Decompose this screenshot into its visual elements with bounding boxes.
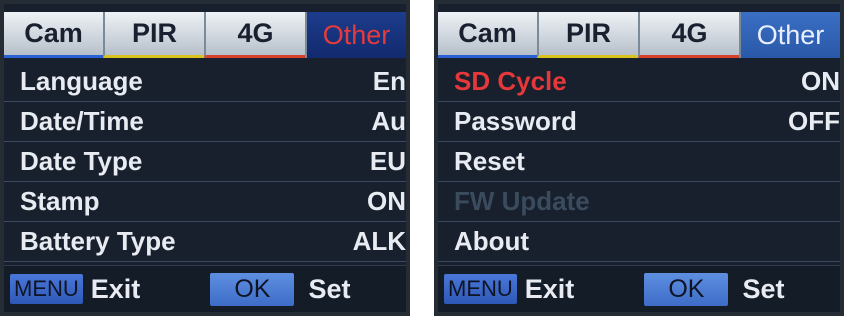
setting-label: Password (454, 106, 577, 136)
setting-battery-type[interactable]: Battery Type ALK (4, 222, 406, 262)
ok-button[interactable]: OK (644, 272, 729, 306)
tab-pir[interactable]: PIR (103, 12, 204, 58)
setting-value: En (372, 66, 406, 96)
setting-label: Date Type (20, 146, 143, 176)
tab-4g[interactable]: 4G (204, 12, 305, 58)
setting-language[interactable]: Language En (4, 62, 406, 102)
settings-list: SD Cycle ON Password OFF Reset FW Update… (438, 62, 840, 262)
setting-label: Battery Type (20, 226, 176, 256)
setting-sd-cycle[interactable]: SD Cycle ON (438, 62, 840, 102)
setting-value: ON (367, 186, 406, 216)
setting-date-type[interactable]: Date Type EU (4, 142, 406, 182)
camera-menu-screen-other-page-2: Cam PIR 4G Other SD Cycle ON Password OF… (434, 0, 844, 316)
tab-pir[interactable]: PIR (537, 12, 638, 58)
setting-fw-update: FW Update (438, 182, 840, 222)
settings-list: Language En Date/Time Au Date Type EU St… (4, 62, 406, 262)
ok-button[interactable]: OK (210, 272, 295, 306)
tab-cam[interactable]: Cam (4, 12, 103, 58)
tab-other[interactable]: Other (305, 12, 406, 58)
setting-label: Stamp (20, 186, 100, 216)
setting-label: Language (20, 66, 143, 96)
setting-value: EU (369, 146, 406, 176)
tab-bar: Cam PIR 4G Other (4, 12, 406, 58)
set-hint: Set (742, 273, 785, 304)
set-hint: Set (308, 273, 351, 304)
setting-label: Date/Time (20, 106, 144, 136)
camera-menu-screen-other-page-1: Cam PIR 4G Other Language En Date/Time A… (0, 0, 410, 316)
setting-label: About (454, 226, 530, 256)
exit-hint: Exit (90, 273, 141, 304)
tab-4g[interactable]: 4G (638, 12, 739, 58)
tab-other[interactable]: Other (739, 12, 840, 58)
setting-stamp[interactable]: Stamp ON (4, 182, 406, 222)
setting-label: Reset (454, 146, 525, 176)
setting-value: Au (371, 106, 406, 136)
menu-button[interactable]: MENU (444, 274, 517, 304)
setting-date-time[interactable]: Date/Time Au (4, 102, 406, 142)
tab-cam[interactable]: Cam (438, 12, 537, 58)
setting-value: ALK (352, 226, 406, 256)
footer-hint-bar: MENU Exit OK Set (438, 265, 840, 312)
setting-reset[interactable]: Reset (438, 142, 840, 182)
setting-value: ON (801, 66, 840, 96)
tab-bar: Cam PIR 4G Other (438, 12, 840, 58)
setting-value: OFF (788, 106, 840, 136)
setting-about[interactable]: About (438, 222, 840, 262)
menu-button[interactable]: MENU (10, 274, 83, 304)
setting-password[interactable]: Password OFF (438, 102, 840, 142)
setting-label: SD Cycle (454, 66, 567, 96)
footer-hint-bar: MENU Exit OK Set (4, 265, 406, 312)
setting-label: FW Update (454, 186, 590, 216)
exit-hint: Exit (524, 273, 575, 304)
